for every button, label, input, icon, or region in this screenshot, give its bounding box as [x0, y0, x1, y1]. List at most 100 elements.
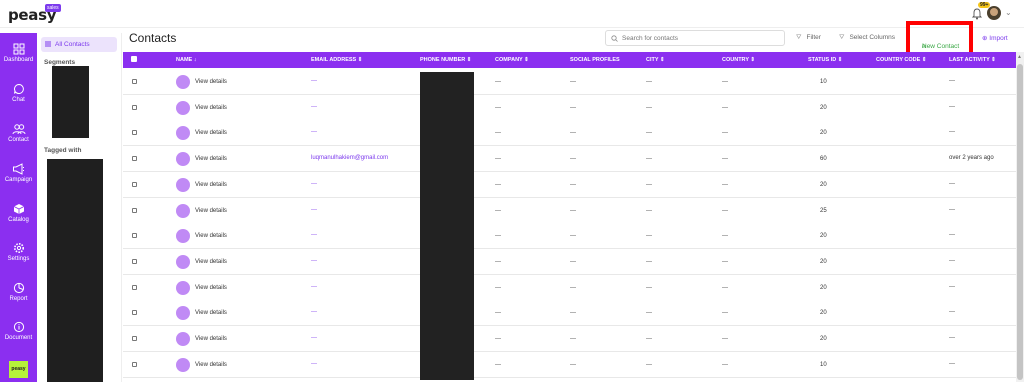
- col-country-code[interactable]: COUNTRY CODE ⇕: [876, 57, 926, 63]
- nav-label: Contact: [8, 137, 29, 143]
- table-row[interactable]: View details --- --- --- --- --- 20 ---: [123, 223, 1016, 250]
- row-checkbox[interactable]: [132, 181, 137, 187]
- table-row[interactable]: View details --- --- --- --- --- 20 ---: [123, 94, 1016, 121]
- nav-chat[interactable]: Chat: [0, 83, 37, 103]
- view-details-link[interactable]: View details: [195, 310, 227, 316]
- row-checkbox[interactable]: [132, 130, 137, 136]
- col-status[interactable]: STATUS ID ⇕: [808, 57, 842, 63]
- col-label: CITY: [646, 57, 659, 63]
- cell-email[interactable]: luqmanulhakiem@gmail.com: [311, 155, 388, 161]
- cell-social: ---: [570, 156, 576, 163]
- table-row[interactable]: View details --- --- --- --- --- 20 ---: [123, 300, 1016, 327]
- col-label: STATUS ID: [808, 57, 837, 63]
- view-details-link[interactable]: View details: [195, 79, 227, 85]
- contact-avatar: [176, 254, 190, 269]
- select-columns-button[interactable]: ⛛ Select Columns: [839, 34, 895, 42]
- pie-chart-icon: [13, 282, 24, 294]
- table-row[interactable]: View details --- --- --- --- --- 25 ---: [123, 197, 1016, 224]
- cell-activity: ---: [949, 335, 955, 341]
- bottom-logo: peasy: [9, 361, 28, 378]
- nav-report[interactable]: Report: [0, 282, 37, 302]
- col-city[interactable]: CITY ⇕: [646, 57, 665, 63]
- col-last-activity[interactable]: LAST ACTIVITY ⇕: [949, 57, 996, 63]
- col-company[interactable]: COMPANY ⇕: [495, 57, 529, 63]
- cell-city: ---: [646, 156, 652, 163]
- cell-status: 20: [820, 233, 827, 240]
- cell-company: ---: [495, 181, 501, 188]
- view-details-link[interactable]: View details: [195, 182, 227, 188]
- cell-social: ---: [570, 310, 576, 317]
- cell-social: ---: [570, 258, 576, 265]
- filter-button[interactable]: ⛛ Filter: [796, 34, 821, 42]
- col-label: EMAIL ADDRESS: [311, 57, 357, 63]
- table-row[interactable]: View details --- --- --- --- --- 20 ---: [123, 120, 1016, 147]
- cell-company: ---: [495, 156, 501, 163]
- nav-campaign[interactable]: Campaign: [0, 163, 37, 183]
- cell-company: ---: [495, 361, 501, 368]
- import-label: Import: [989, 35, 1008, 42]
- table-row[interactable]: View details luqmanulhakiem@gmail.com --- -…: [123, 146, 1016, 173]
- row-checkbox[interactable]: [132, 361, 137, 367]
- scroll-up-icon[interactable]: ▲: [1017, 54, 1022, 60]
- view-details-link[interactable]: View details: [195, 259, 227, 265]
- table-row[interactable]: View details --- --- --- --- --- 20 ---: [123, 171, 1016, 198]
- row-checkbox[interactable]: [132, 207, 137, 213]
- view-details-link[interactable]: View details: [195, 156, 227, 162]
- row-checkbox[interactable]: [132, 336, 137, 341]
- row-checkbox[interactable]: [132, 156, 137, 162]
- row-checkbox[interactable]: [132, 284, 137, 290]
- nav-document[interactable]: Document: [0, 321, 37, 341]
- cell-activity: over 2 years ago: [949, 155, 994, 162]
- table-row[interactable]: View details --- --- --- --- --- 10 ---: [123, 351, 1016, 378]
- chevron-down-icon[interactable]: ⌄: [1005, 8, 1012, 17]
- view-details-link[interactable]: View details: [195, 233, 227, 239]
- cell-country: ---: [722, 310, 728, 317]
- cell-social: ---: [570, 233, 576, 240]
- cell-activity: ---: [949, 129, 955, 136]
- cell-email: ---: [311, 206, 317, 213]
- row-checkbox[interactable]: [132, 104, 137, 110]
- scrollbar-thumb[interactable]: [1017, 64, 1023, 380]
- cell-country: ---: [722, 258, 728, 265]
- cell-status: 60: [820, 156, 827, 163]
- col-social[interactable]: SOCIAL PROFILES: [570, 57, 620, 63]
- view-details-link[interactable]: View details: [195, 208, 227, 214]
- table-row[interactable]: View details --- --- --- --- --- 20 ---: [123, 274, 1016, 301]
- col-label: PHONE NUMBER: [420, 57, 466, 63]
- nav-catalog[interactable]: Catalog: [0, 203, 37, 223]
- cell-city: ---: [646, 104, 652, 111]
- segment-all-label: All Contacts: [55, 41, 90, 48]
- view-details-link[interactable]: View details: [195, 336, 227, 342]
- view-details-link[interactable]: View details: [195, 105, 227, 111]
- user-avatar[interactable]: [987, 6, 1001, 20]
- table-row[interactable]: View details --- --- --- --- --- 20 ---: [123, 326, 1016, 352]
- view-details-link[interactable]: View details: [195, 362, 227, 368]
- col-phone[interactable]: PHONE NUMBER ⇕: [420, 57, 471, 63]
- table-row[interactable]: View details --- --- --- --- --- 10 ---: [123, 69, 1016, 95]
- bell-icon[interactable]: [972, 8, 982, 20]
- row-checkbox[interactable]: [132, 79, 137, 84]
- cell-company: ---: [495, 336, 501, 342]
- top-bar: peasy sales 99+ ⌄: [0, 0, 1024, 28]
- col-email[interactable]: EMAIL ADDRESS ⇕: [311, 57, 362, 63]
- view-details-link[interactable]: View details: [195, 285, 227, 291]
- segment-all-contacts[interactable]: All Contacts: [41, 37, 117, 52]
- search-input[interactable]: [622, 33, 782, 44]
- import-button[interactable]: ⊕ Import: [982, 34, 1008, 42]
- view-details-link[interactable]: View details: [195, 130, 227, 136]
- row-checkbox[interactable]: [132, 258, 137, 264]
- select-all-checkbox[interactable]: [131, 56, 137, 62]
- cell-country: ---: [722, 361, 728, 368]
- nav-dashboard[interactable]: Dashboard: [0, 43, 37, 63]
- table-row[interactable]: View details --- --- --- --- --- 20 ---: [123, 248, 1016, 275]
- search-box[interactable]: [605, 30, 785, 46]
- contact-avatar: [176, 332, 190, 346]
- col-label: COUNTRY: [722, 57, 749, 63]
- nav-contact[interactable]: Contact: [0, 123, 37, 143]
- row-checkbox[interactable]: [132, 310, 137, 316]
- nav-settings[interactable]: Settings: [0, 242, 37, 262]
- col-name[interactable]: NAME ↓: [176, 57, 196, 63]
- cell-city: ---: [646, 336, 652, 342]
- row-checkbox[interactable]: [132, 233, 137, 239]
- col-country[interactable]: COUNTRY ⇕: [722, 57, 755, 63]
